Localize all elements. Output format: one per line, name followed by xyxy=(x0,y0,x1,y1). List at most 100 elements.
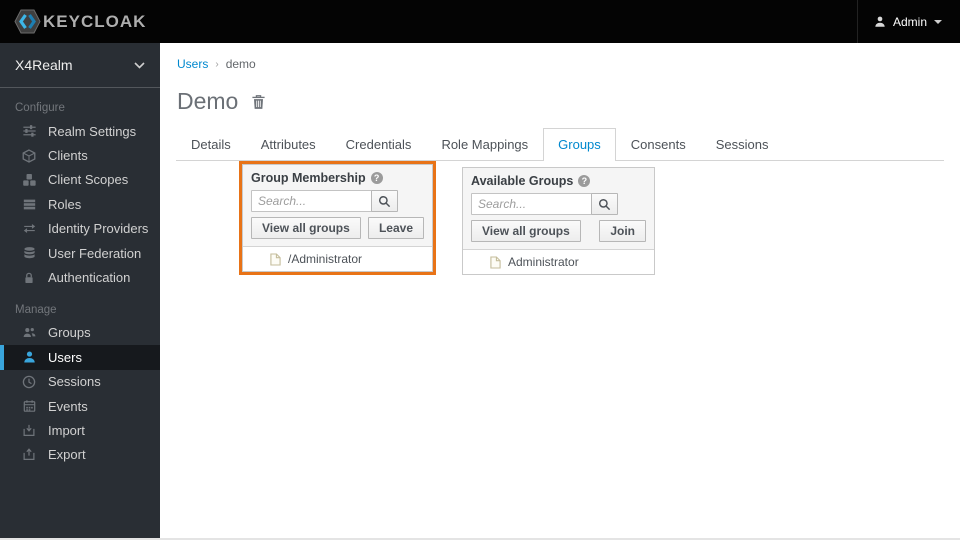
available-groups-title-row: Available Groups ? xyxy=(471,174,646,188)
available-groups-panel: Available Groups ? Vi xyxy=(462,167,655,275)
sidebar-item-clients[interactable]: Clients xyxy=(0,143,160,167)
group-membership-list: /Administrator xyxy=(243,246,432,271)
sidebar-item-label: Authentication xyxy=(48,270,131,286)
available-groups-search-input[interactable] xyxy=(471,193,592,215)
file-icon xyxy=(490,255,501,269)
sidebar-item-realm-settings[interactable]: Realm Settings xyxy=(0,119,160,143)
file-icon xyxy=(270,252,281,266)
tab-sessions[interactable]: Sessions xyxy=(701,128,784,160)
group-membership-head: Group Membership ? Search... View all gr… xyxy=(243,165,432,246)
title-row: Demo xyxy=(177,88,960,115)
tab-bar: Details Attributes Credentials Role Mapp… xyxy=(176,128,944,161)
sidebar-section-manage: Manage xyxy=(15,303,57,316)
tab-attributes[interactable]: Attributes xyxy=(246,128,331,160)
available-groups-list: Administrator xyxy=(463,249,654,274)
sidebar-item-users[interactable]: Users xyxy=(0,345,160,370)
group-icon xyxy=(21,325,37,340)
sidebar: X4Realm Configure Realm Settings Clients… xyxy=(0,43,160,538)
main-content: Users › demo Demo Details Attributes Cre… xyxy=(160,43,960,538)
leave-button[interactable]: Leave xyxy=(367,217,424,239)
breadcrumb-current: demo xyxy=(225,57,256,71)
sidebar-item-label: User Federation xyxy=(48,245,142,261)
group-membership-title-row: Group Membership ? xyxy=(251,171,424,185)
available-groups-head: Available Groups ? Vi xyxy=(463,168,654,249)
tab-credentials[interactable]: Credentials xyxy=(331,128,427,160)
group-membership-title: Group Membership xyxy=(251,171,366,185)
calendar-icon xyxy=(21,399,37,414)
sidebar-item-label: Clients xyxy=(48,148,88,164)
available-groups-search-group xyxy=(471,193,646,215)
sidebar-item-client-scopes[interactable]: Client Scopes xyxy=(0,168,160,192)
group-name: Administrator xyxy=(508,255,579,269)
join-button[interactable]: Join xyxy=(599,220,646,242)
top-bar: KEYCLOAK Admin xyxy=(0,0,960,43)
admin-user-menu[interactable]: Admin xyxy=(856,0,946,43)
sidebar-item-identity-providers[interactable]: Identity Providers xyxy=(0,217,160,241)
cubes-icon xyxy=(21,172,37,187)
realm-name: X4Realm xyxy=(15,57,73,73)
sliders-icon xyxy=(21,124,37,139)
lock-icon xyxy=(21,270,37,285)
group-membership-search-input[interactable] xyxy=(251,190,372,212)
sidebar-item-label: Users xyxy=(48,349,82,365)
tab-groups[interactable]: Groups xyxy=(543,128,616,161)
sidebar-item-user-federation[interactable]: User Federation xyxy=(0,241,160,265)
tab-details[interactable]: Details xyxy=(176,128,246,160)
sidebar-item-export[interactable]: Export xyxy=(0,443,160,467)
breadcrumb-separator: › xyxy=(215,58,219,70)
view-all-groups-button[interactable]: View all groups xyxy=(471,220,581,242)
available-groups-title: Available Groups xyxy=(471,174,574,188)
sidebar-item-label: Groups xyxy=(48,325,91,341)
available-groups-actions: View all groups Join xyxy=(471,220,646,242)
sidebar-section-configure: Configure xyxy=(15,102,65,114)
sidebar-item-authentication[interactable]: Authentication xyxy=(0,265,160,289)
person-icon xyxy=(874,15,886,28)
search-button[interactable] xyxy=(591,193,618,215)
keycloak-logo[interactable]: KEYCLOAK xyxy=(14,9,146,34)
cube-icon xyxy=(21,148,37,163)
sidebar-item-sessions[interactable]: Sessions xyxy=(0,370,160,394)
brand-text: KEYCLOAK xyxy=(43,11,147,31)
import-icon xyxy=(21,423,37,438)
keycloak-hexagon-icon xyxy=(14,9,41,34)
view-all-groups-button[interactable]: View all groups xyxy=(251,217,361,239)
group-membership-panel: Group Membership ? Search... View all gr… xyxy=(242,164,433,272)
help-icon[interactable]: ? xyxy=(578,175,591,187)
sidebar-item-events[interactable]: Events xyxy=(0,394,160,418)
list-item[interactable]: /Administrator xyxy=(243,247,432,271)
realm-selector[interactable]: X4Realm xyxy=(0,43,160,88)
trash-icon[interactable] xyxy=(251,94,266,110)
sidebar-item-label: Import xyxy=(48,422,85,438)
sidebar-item-label: Export xyxy=(48,447,86,463)
sidebar-item-groups[interactable]: Groups xyxy=(0,321,160,345)
sidebar-item-label: Realm Settings xyxy=(48,123,137,139)
keycloak-admin-console: KEYCLOAK Admin X4Realm Configure Realm S… xyxy=(0,0,960,540)
exchange-icon xyxy=(21,221,37,236)
search-icon xyxy=(378,195,391,208)
chevron-down-icon xyxy=(934,19,942,24)
chevron-down-icon xyxy=(134,61,145,69)
export-icon xyxy=(21,447,37,462)
clock-icon xyxy=(21,374,37,389)
admin-label: Admin xyxy=(892,14,927,29)
sidebar-item-label: Roles xyxy=(48,196,82,212)
search-button[interactable] xyxy=(371,190,398,212)
help-icon[interactable]: ? xyxy=(370,172,383,184)
database-icon xyxy=(21,246,37,261)
sidebar-item-label: Sessions xyxy=(48,374,101,390)
list-icon xyxy=(21,197,37,212)
sidebar-item-roles[interactable]: Roles xyxy=(0,192,160,216)
page-title: Demo xyxy=(177,88,239,114)
sidebar-item-import[interactable]: Import xyxy=(0,418,160,442)
breadcrumb-users-link[interactable]: Users xyxy=(177,57,208,71)
highlight-annotation: Group Membership ? Search... View all gr… xyxy=(239,161,436,275)
group-name: /Administrator xyxy=(288,252,363,266)
group-membership-search-group xyxy=(251,190,424,212)
tab-role-mappings[interactable]: Role Mappings xyxy=(426,128,543,160)
breadcrumb: Users › demo xyxy=(177,57,960,71)
user-icon xyxy=(21,350,37,365)
list-item[interactable]: Administrator xyxy=(463,250,654,274)
search-icon xyxy=(598,198,611,211)
sidebar-item-label: Events xyxy=(48,398,88,414)
tab-consents[interactable]: Consents xyxy=(616,128,701,160)
